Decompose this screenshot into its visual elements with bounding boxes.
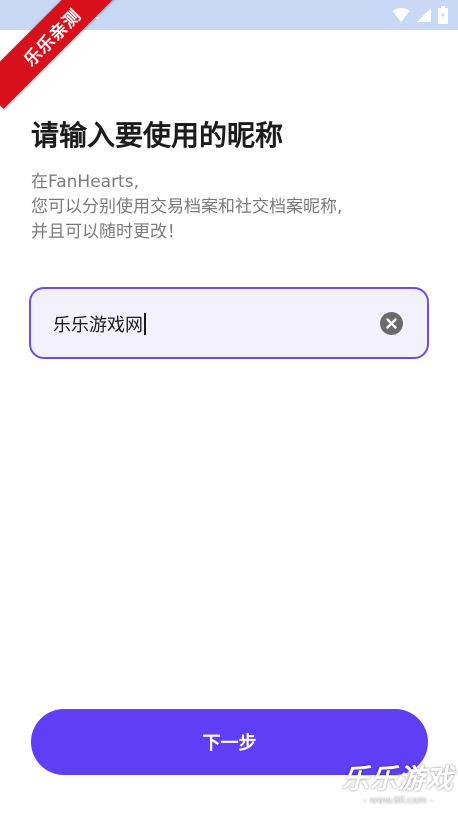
battery-icon	[438, 6, 448, 24]
nickname-field[interactable]: 乐乐游戏网	[29, 287, 429, 359]
description-line-2: 您可以分别使用交易档案和社交档案昵称,	[31, 197, 343, 217]
description: 在FanHearts, 您可以分别使用交易档案和社交档案昵称, 并且可以随时更改…	[31, 170, 342, 245]
page-title: 请输入要使用的昵称	[31, 119, 284, 152]
nickname-value: 乐乐游戏网	[53, 315, 143, 336]
status-icons	[392, 6, 448, 24]
description-line-1: 在FanHearts,	[31, 172, 139, 192]
corner-watermark-title: 乐乐游戏	[342, 764, 454, 795]
clear-icon	[386, 318, 397, 329]
signal-icon	[417, 8, 431, 22]
corner-watermark: 乐乐游戏 - www.6ll.com -	[342, 757, 454, 806]
text-cursor	[144, 313, 146, 335]
clear-button[interactable]	[380, 312, 403, 335]
nickname-input[interactable]: 乐乐游戏网	[53, 311, 146, 337]
next-button-label: 下一步	[202, 733, 257, 754]
description-line-3: 并且可以随时更改！	[31, 222, 184, 242]
wifi-icon	[392, 8, 410, 22]
corner-watermark-url: - www.6ll.com -	[363, 796, 433, 806]
